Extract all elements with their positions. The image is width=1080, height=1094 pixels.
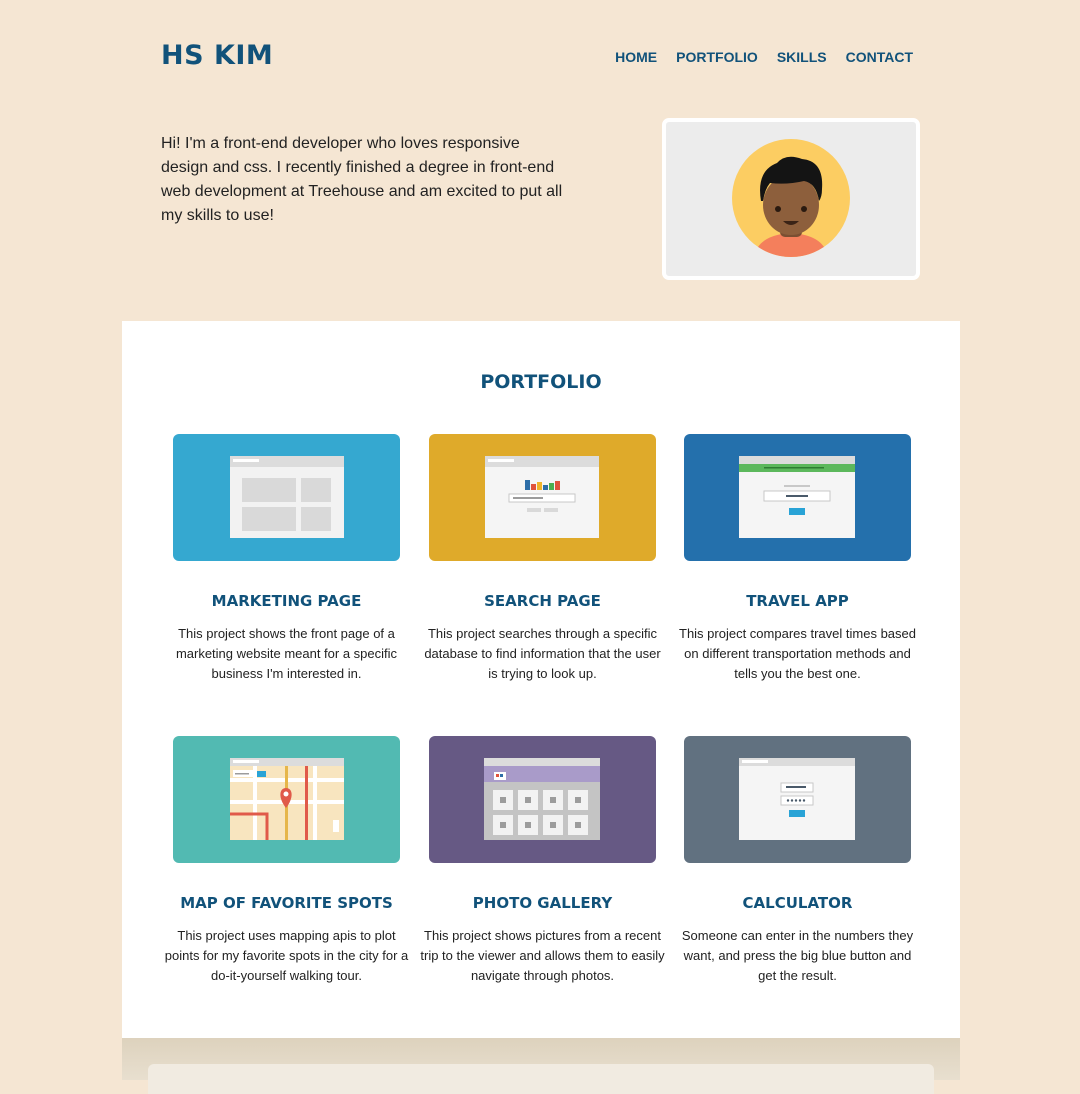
project-title[interactable]: CALCULATOR bbox=[664, 894, 931, 912]
intro-text: Hi! I'm a front-end developer who loves … bbox=[161, 135, 563, 224]
project-description: This project compares travel times based… bbox=[679, 626, 916, 681]
project-thumbnail[interactable] bbox=[173, 736, 400, 863]
avatar bbox=[732, 139, 850, 257]
website-mockup-icon bbox=[230, 456, 344, 538]
travel-app-mockup-icon bbox=[739, 456, 855, 538]
project-title[interactable]: TRAVEL APP bbox=[664, 592, 931, 610]
portfolio-section: PORTFOLIO MARKETING PAGE This project sh… bbox=[122, 321, 960, 1038]
site-logo[interactable]: HS KIM bbox=[161, 40, 273, 71]
project-description: This project shows pictures from a recen… bbox=[420, 928, 665, 983]
project-description: This project searches through a specific… bbox=[424, 626, 661, 681]
project-title[interactable]: PHOTO GALLERY bbox=[409, 894, 676, 912]
avatar-frame bbox=[662, 118, 920, 280]
portfolio-heading: PORTFOLIO bbox=[480, 371, 602, 393]
project-title[interactable]: SEARCH PAGE bbox=[409, 592, 676, 610]
project-description: This project uses mapping apis to plot p… bbox=[164, 928, 409, 983]
next-section-preview bbox=[122, 1038, 960, 1094]
project-thumbnail[interactable] bbox=[429, 736, 656, 863]
map-mockup-icon bbox=[230, 758, 344, 840]
project-title[interactable]: MARKETING PAGE bbox=[153, 592, 420, 610]
nav-contact[interactable]: CONTACT bbox=[846, 49, 913, 65]
nav-skills[interactable]: SKILLS bbox=[777, 49, 827, 65]
nav-home[interactable]: HOME bbox=[615, 49, 657, 65]
project-thumbnail[interactable] bbox=[429, 434, 656, 561]
nav-portfolio[interactable]: PORTFOLIO bbox=[676, 49, 758, 65]
project-description: This project shows the front page of a m… bbox=[175, 626, 398, 681]
project-description: Someone can enter in the numbers they wa… bbox=[681, 928, 914, 983]
project-thumbnail[interactable] bbox=[684, 434, 911, 561]
project-thumbnail[interactable] bbox=[684, 736, 911, 863]
site-header: HS KIM HOME PORTFOLIO SKILLS CONTACT bbox=[161, 40, 913, 80]
main-nav: HOME PORTFOLIO SKILLS CONTACT bbox=[615, 49, 913, 65]
project-title[interactable]: MAP OF FAVORITE SPOTS bbox=[153, 894, 420, 912]
calculator-mockup-icon bbox=[739, 758, 855, 840]
search-mockup-icon bbox=[485, 456, 599, 538]
project-thumbnail[interactable] bbox=[173, 434, 400, 561]
next-section-card bbox=[148, 1064, 934, 1094]
photo-gallery-mockup-icon bbox=[484, 758, 600, 840]
